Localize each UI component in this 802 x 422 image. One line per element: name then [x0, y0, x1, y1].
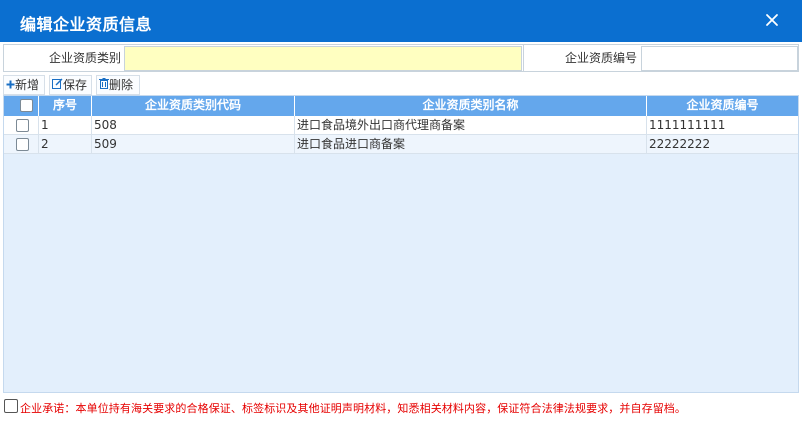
row-category-name: 进口食品境外出口商代理商备案 — [295, 116, 647, 134]
select-all-checkbox[interactable] — [19, 99, 33, 112]
header-qualification-number: 企业资质编号 — [686, 98, 759, 112]
dialog-titlebar: 编辑企业资质信息 — [0, 0, 802, 42]
close-icon[interactable] — [764, 12, 780, 28]
row-category-code: 508 — [92, 116, 295, 134]
header-index: 序号 — [39, 96, 92, 116]
qualification-grid: 序号 企业资质类别代码 企业资质类别名称 企业资质编号 1 508 进口食品境外… — [3, 95, 799, 393]
grid-header: 序号 企业资质类别代码 企业资质类别名称 企业资质编号 — [4, 96, 798, 116]
row-checkbox[interactable] — [16, 119, 29, 132]
row-index: 1 — [39, 116, 92, 134]
row-index: 2 — [39, 135, 92, 153]
row-qualification-number: 1111111111 — [649, 118, 726, 132]
enterprise-promise: 企业承诺：本单位持有海关要求的合格保证、标签标识及其他证明声明材料，知悉相关材料… — [4, 398, 802, 418]
category-input[interactable] — [124, 46, 522, 71]
edit-icon — [52, 76, 63, 94]
header-select-all-cell — [4, 96, 39, 116]
delete-button-label: 删除 — [109, 78, 134, 92]
table-row[interactable]: 2 509 进口食品进口商备案 22222222 — [4, 135, 798, 154]
category-label: 企业资质类别 — [48, 51, 121, 65]
delete-button[interactable]: 删除 — [96, 75, 140, 95]
row-category-code: 509 — [92, 135, 295, 153]
header-category-code: 企业资质类别代码 — [92, 96, 295, 116]
number-input[interactable] — [641, 46, 798, 71]
dialog-title: 编辑企业资质信息 — [20, 15, 153, 34]
save-button[interactable]: 保存 — [49, 75, 92, 95]
save-button-label: 保存 — [63, 78, 88, 92]
promise-checkbox[interactable] — [4, 399, 18, 413]
promise-text: 企业承诺：本单位持有海关要求的合格保证、标签标识及其他证明声明材料，知悉相关材料… — [20, 402, 686, 415]
number-label: 企业资质编号 — [523, 45, 641, 71]
trash-icon — [99, 76, 109, 94]
add-button-label: 新增 — [15, 78, 40, 92]
row-select-cell — [4, 116, 39, 134]
row-checkbox[interactable] — [16, 138, 29, 151]
add-button[interactable]: 新增 — [3, 75, 45, 95]
row-select-cell — [4, 135, 39, 153]
table-row[interactable]: 1 508 进口食品境外出口商代理商备案 1111111111 — [4, 116, 798, 135]
row-qualification-number: 22222222 — [649, 137, 711, 151]
header-category-name: 企业资质类别名称 — [295, 96, 647, 116]
plus-icon — [6, 76, 15, 94]
row-category-name: 进口食品进口商备案 — [295, 135, 647, 153]
qualification-form-row: 企业资质类别 企业资质编号 — [3, 44, 799, 72]
